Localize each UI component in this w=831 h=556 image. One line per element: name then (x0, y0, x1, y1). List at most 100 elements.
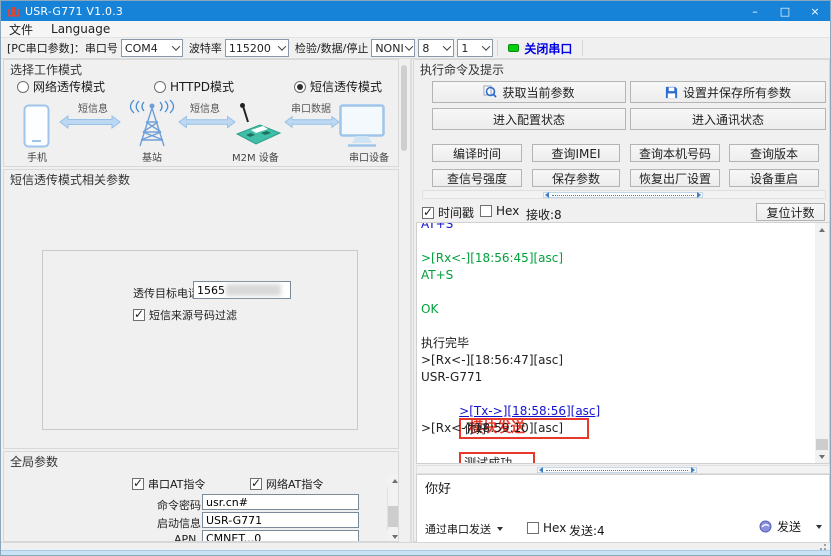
base-station-icon (122, 100, 182, 151)
send-via-label: 通过串口发送 (425, 521, 491, 537)
minimize-button[interactable]: – (740, 1, 770, 21)
query-imei-button[interactable]: 查询IMEI (532, 144, 620, 162)
maximize-button[interactable]: □ (770, 1, 800, 21)
com-port-select[interactable]: COM4 (121, 39, 183, 57)
stopbits-value: 1 (461, 42, 468, 55)
get-params-button[interactable]: 获取当前参数 (432, 81, 626, 103)
signal-strength-button[interactable]: 查信号强度 (432, 169, 522, 187)
panel-splitter[interactable] (410, 59, 412, 542)
set-save-params-button[interactable]: 设置并保存所有参数 (630, 81, 826, 103)
node-m2m-label: M2M 设备 (232, 149, 279, 164)
radio-sms-mode[interactable]: 短信透传模式 (294, 78, 382, 95)
apn-input[interactable] (202, 530, 359, 542)
titlebar: USR-G771 V1.0.3 – □ × (1, 1, 830, 21)
log-line: >[Rx<-][18:56:47][asc] (421, 353, 563, 367)
close-port-label: 关闭串口 (524, 40, 572, 57)
baud-select[interactable]: 115200 (225, 39, 289, 57)
send-via-dropdown[interactable]: 通过串口发送 (425, 521, 503, 537)
scroll-down-arrow[interactable] (387, 530, 399, 542)
recv-hex-checkbox[interactable]: Hex (480, 204, 519, 218)
caption-buttons: – □ × (740, 1, 830, 21)
query-version-button[interactable]: 查询版本 (729, 144, 819, 162)
global-params-title: 全局参数 (10, 453, 58, 470)
enter-comm-label: 进入通讯状态 (692, 111, 764, 128)
log-line: USR-G771 (421, 370, 482, 384)
enter-config-label: 进入配置状态 (493, 111, 565, 128)
radio-httpd-mode[interactable]: HTTPD模式 (154, 78, 234, 95)
radio-net-mode[interactable]: 网络透传模式 (17, 78, 105, 95)
work-mode-title: 选择工作模式 (10, 61, 82, 78)
menu-file[interactable]: 文件 (9, 21, 33, 38)
boot-info-input[interactable] (202, 512, 359, 528)
radio-sms-label: 短信透传模式 (310, 78, 382, 95)
chevron-down-icon (170, 40, 182, 56)
save-params-button[interactable]: 保存参数 (532, 169, 620, 187)
log-content: AT+S >[Rx<-][18:56:45][asc] AT+S OK 执行完毕… (417, 222, 829, 454)
timestamp-label: 时间戳 (438, 204, 474, 221)
parity-select[interactable]: NONI (371, 39, 415, 57)
command-panel-title: 执行命令及提示 (420, 61, 504, 78)
send-hex-checkbox[interactable]: Hex (527, 521, 566, 535)
global-scrollbar-thumb[interactable] (388, 506, 399, 527)
node-serial-label: 串口设备 (349, 149, 389, 164)
checkbox-icon (480, 205, 492, 217)
menu-language[interactable]: Language (51, 22, 110, 36)
boot-info-label: 启动信息 (157, 515, 201, 531)
device-restart-label: 设备重启 (750, 170, 798, 187)
dropdown-arrow-icon (497, 527, 503, 531)
hscrollbar2-track[interactable] (416, 465, 830, 474)
command-panel: 执行命令及提示 获取当前参数 设置并保存所有参数 进入配置状态 进入通讯状态 编… (413, 59, 830, 542)
scroll-up-arrow[interactable] (387, 474, 399, 487)
log-line: AT+S (421, 268, 453, 282)
source-filter-checkbox[interactable]: 短信来源号码过滤 (133, 307, 237, 323)
query-imei-label: 查询IMEI (551, 145, 600, 162)
enter-config-button[interactable]: 进入配置状态 (432, 108, 626, 130)
databits-select[interactable]: 8 (418, 39, 454, 57)
chevron-down-icon (276, 40, 288, 56)
log-scroll-down-arrow[interactable] (815, 450, 829, 463)
link-serial-data-label: 串口数据 (291, 100, 331, 115)
source-filter-label: 短信来源号码过滤 (149, 307, 237, 323)
toolbar: [PC串口参数]：串口号 COM4 波特率 115200 检验/数据/停止 NO… (1, 38, 830, 59)
log-scroll-up-arrow[interactable] (815, 223, 829, 236)
send-icon (759, 520, 772, 533)
serial-device-icon (339, 104, 385, 151)
enter-comm-button[interactable]: 进入通讯状态 (630, 108, 826, 130)
log-line-tx: >[Tx->][18:58:56][asc] (459, 404, 600, 418)
log-area[interactable]: AT+S >[Rx<-][18:56:45][asc] AT+S OK 执行完毕… (416, 222, 830, 464)
radio-httpd-label: HTTPD模式 (170, 78, 234, 95)
left-scrollbar-thumb[interactable] (401, 65, 407, 151)
net-at-checkbox[interactable]: 网络AT指令 (250, 476, 323, 492)
serial-at-checkbox[interactable]: 串口AT指令 (132, 476, 205, 492)
timestamp-checkbox[interactable]: 时间戳 (422, 204, 474, 221)
stopbits-select[interactable]: 1 (457, 39, 493, 57)
reset-count-button[interactable]: 复位计数 (756, 203, 825, 221)
send-button[interactable]: 发送 (759, 518, 822, 535)
close-port-button[interactable]: 关闭串口 (502, 39, 578, 58)
hscrollbar-thumb[interactable] (543, 192, 703, 198)
hscrollbar2-thumb[interactable] (537, 467, 697, 473)
set-save-params-label: 设置并保存所有参数 (683, 84, 791, 101)
device-restart-button[interactable]: 设备重启 (729, 169, 819, 187)
redacted-digits (226, 284, 281, 296)
close-button[interactable]: × (800, 1, 830, 21)
phone-icon (23, 104, 50, 151)
log-line: OK (421, 302, 438, 316)
factory-reset-label: 恢复出厂设置 (639, 170, 711, 187)
node-phone-label: 手机 (27, 149, 47, 164)
factory-reset-button[interactable]: 恢复出厂设置 (630, 169, 720, 187)
toolbar-separator (582, 40, 583, 56)
sms-params-group: 短信透传模式相关参数 透传目标电话号码 短信来源号码过滤 (3, 169, 399, 449)
log-scrollbar-track[interactable] (815, 223, 829, 463)
radio-icon (154, 81, 166, 93)
node-station-label: 基站 (142, 149, 162, 164)
query-number-button[interactable]: 查询本机号码 (630, 144, 720, 162)
log-line: >[Rx<-][18:59:10][asc] (421, 421, 563, 435)
menubar: 文件 Language (1, 21, 830, 38)
chevron-down-icon (480, 40, 492, 56)
cmd-password-input[interactable] (202, 494, 359, 510)
hscrollbar-track[interactable] (422, 190, 826, 199)
compile-time-button[interactable]: 编译时间 (432, 144, 522, 162)
send-input[interactable]: 你好 (425, 478, 451, 497)
compile-time-label: 编译时间 (453, 145, 501, 162)
